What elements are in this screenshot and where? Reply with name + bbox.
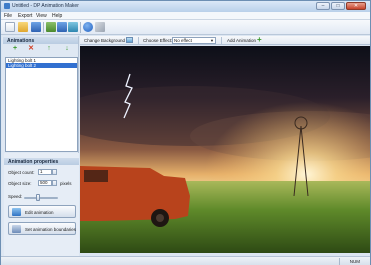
editor-toolbar: Change Background Choose Effect: No effe…: [80, 36, 370, 45]
truck-hub-shape: [156, 214, 164, 222]
left-panel: Animations + ✕ ↑ ↓ Lighting bolt 1 Light…: [2, 36, 79, 256]
boundaries-icon: [12, 225, 21, 233]
effect-select[interactable]: No effect ▼: [172, 37, 216, 44]
preview-canvas[interactable]: [80, 46, 370, 253]
save-as-icon[interactable]: [46, 22, 56, 32]
move-up-icon[interactable]: ↑: [45, 45, 53, 53]
object-size-unit: pixels: [60, 181, 72, 186]
maximize-button[interactable]: □: [331, 2, 345, 10]
image-icon[interactable]: [126, 37, 133, 43]
editor-separator: [221, 37, 222, 44]
info-icon[interactable]: [83, 22, 93, 32]
set-boundaries-button[interactable]: Set animation boundaries: [8, 222, 76, 235]
truck-window-shape: [84, 170, 108, 182]
close-button[interactable]: ✕: [346, 2, 366, 10]
menu-file[interactable]: File: [4, 13, 12, 19]
toolbar: [1, 20, 370, 35]
object-count-label: Object count:: [8, 170, 35, 175]
toolbar-separator: [80, 22, 81, 33]
remove-animation-icon[interactable]: ✕: [27, 45, 35, 53]
animations-header: Animations: [3, 37, 78, 44]
edit-animation-icon: [12, 208, 21, 216]
export-html-icon[interactable]: [68, 22, 78, 32]
choose-effect-label: Choose Effect:: [143, 38, 173, 43]
menu-bar: File Export View Help: [1, 12, 370, 20]
object-size-input[interactable]: 500: [38, 180, 52, 186]
export-icon[interactable]: [57, 22, 67, 32]
speed-slider-thumb[interactable]: [36, 194, 40, 201]
new-file-icon[interactable]: [5, 22, 15, 32]
app-logo-icon: [4, 3, 10, 9]
app-window: Untitled - DP Animation Maker – □ ✕ File…: [0, 0, 371, 265]
effect-select-value: No effect: [174, 38, 192, 43]
speed-slider-track[interactable]: [24, 197, 58, 199]
speed-label: Speed:: [8, 194, 23, 199]
change-background-button[interactable]: Change Background: [84, 38, 125, 43]
object-count-input[interactable]: 1: [38, 169, 52, 175]
add-animation-button[interactable]: Add Animation: [227, 38, 256, 43]
object-size-label: Object size:: [8, 181, 32, 186]
edit-animation-button[interactable]: Edit animation: [8, 205, 76, 218]
window-title: Untitled - DP Animation Maker: [12, 3, 79, 9]
status-separator: [339, 258, 340, 265]
num-lock-indicator: NUM: [349, 259, 360, 264]
object-size-spinner[interactable]: [52, 180, 57, 186]
list-item-selected[interactable]: Lighting bolt 2: [6, 63, 77, 68]
animations-list[interactable]: Lighting bolt 1 Lighting bolt 2: [5, 57, 78, 152]
chevron-down-icon: ▼: [210, 38, 214, 43]
edit-animation-label: Edit animation: [25, 210, 54, 215]
move-down-icon[interactable]: ↓: [63, 45, 71, 53]
menu-help[interactable]: Help: [52, 13, 62, 19]
open-folder-icon[interactable]: [18, 22, 28, 32]
add-animation-icon[interactable]: +: [11, 45, 19, 53]
save-icon[interactable]: [31, 22, 41, 32]
title-bar[interactable]: Untitled - DP Animation Maker – □ ✕: [1, 1, 370, 12]
status-bar: NUM: [1, 256, 370, 265]
background-image: [80, 46, 370, 253]
key-icon[interactable]: [95, 22, 105, 32]
toolbar-separator: [43, 22, 44, 33]
properties-header: Animation properties: [4, 158, 79, 165]
properties-panel: Animation properties Object count: 1 Obj…: [4, 153, 79, 256]
minimize-button[interactable]: –: [316, 2, 330, 10]
editor-separator: [138, 37, 139, 44]
menu-export[interactable]: Export: [18, 13, 32, 19]
set-boundaries-label: Set animation boundaries: [25, 227, 77, 232]
add-icon[interactable]: +: [257, 36, 262, 44]
object-count-spinner[interactable]: [52, 169, 57, 175]
menu-view[interactable]: View: [36, 13, 47, 19]
